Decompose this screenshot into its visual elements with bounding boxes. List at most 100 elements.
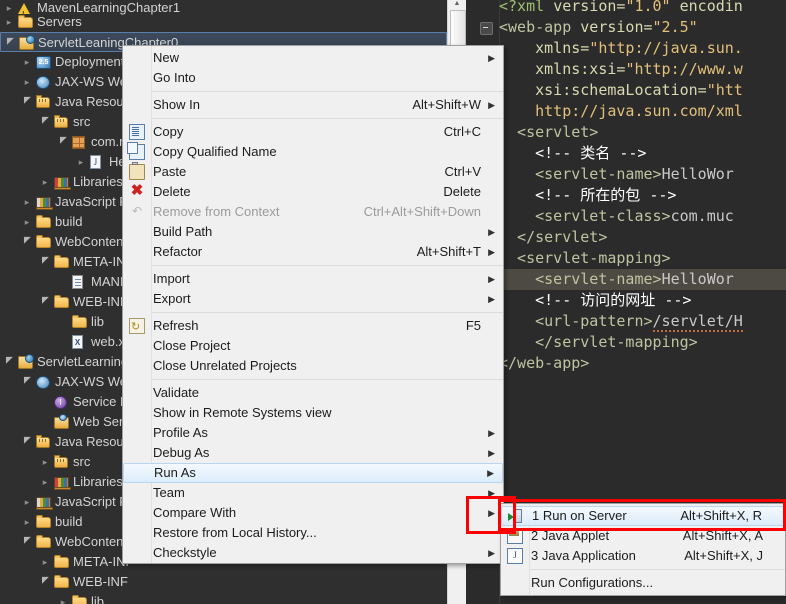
tree-twisty-expanded-icon[interactable]	[58, 132, 68, 152]
tree-twisty-expanded-icon[interactable]	[22, 532, 32, 552]
menu-item-refresh[interactable]: Refresh F5	[123, 316, 503, 337]
tree-twisty-expanded-icon[interactable]	[40, 572, 50, 592]
tree-twisty-expanded-icon[interactable]	[22, 432, 32, 452]
menu-item-debug-as[interactable]: Debug As ▶	[123, 443, 503, 463]
menu-item-show-in[interactable]: Show In Alt+Shift+W ▶	[123, 95, 503, 115]
menu-item-shortcut: Delete	[443, 184, 481, 199]
menu-item-compare-with[interactable]: Compare With ▶	[123, 503, 503, 523]
menu-item-checkstyle[interactable]: Checkstyle ▶	[123, 543, 503, 563]
tree-twisty-expanded-icon[interactable]	[22, 372, 32, 392]
editor-code-line[interactable]: <web-app version="2.5"	[499, 17, 698, 38]
tree-twisty-collapsed-icon[interactable]	[22, 52, 32, 72]
menu-item-restore-from-local-history[interactable]: Restore from Local History...	[123, 523, 503, 543]
tree-twisty-expanded-icon[interactable]	[22, 92, 32, 112]
tree-twisty-collapsed-icon[interactable]	[40, 452, 50, 472]
menu-item-export[interactable]: Export ▶	[123, 289, 503, 309]
tree-twisty-collapsed-icon[interactable]	[22, 492, 32, 512]
code-token: -->	[655, 291, 692, 309]
paste-icon	[129, 162, 145, 180]
tree-item-lib[interactable]: lib	[0, 592, 447, 604]
run-as-submenu[interactable]: 1 Run on Server Alt+Shift+X, R 2 Java Appl…	[500, 503, 786, 596]
menu-item-3-java-application[interactable]: J 3 Java Application Alt+Shift+X, J	[501, 546, 785, 566]
tree-twisty-collapsed-icon[interactable]	[40, 172, 50, 192]
tree-twisty-expanded-icon[interactable]	[4, 352, 14, 372]
menu-item-new[interactable]: New ▶	[123, 48, 503, 68]
tree-twisty-collapsed-icon[interactable]	[40, 472, 50, 492]
tree-item-servers[interactable]: Servers	[0, 12, 447, 32]
menu-item-copy[interactable]: Copy Ctrl+C	[123, 122, 503, 142]
editor-code-line[interactable]: xsi:schemaLocation="htt	[499, 80, 743, 101]
tree-twisty-collapsed-icon[interactable]	[40, 552, 50, 572]
editor-code-line[interactable]: <servlet-name>HelloWor	[499, 164, 734, 185]
menu-item-import[interactable]: Import ▶	[123, 269, 503, 289]
menu-item-label: Import	[153, 271, 190, 286]
tree-twisty-expanded-icon[interactable]	[40, 252, 50, 272]
menu-item-label: 3 Java Application	[531, 548, 636, 563]
service-icon: I	[54, 396, 67, 409]
menu-item-show-in-remote-systems-view[interactable]: Show in Remote Systems view	[123, 403, 503, 423]
menu-item-team[interactable]: Team ▶	[123, 483, 503, 503]
editor-code-line[interactable]: <url-pattern>/servlet/H	[499, 311, 743, 332]
project-context-menu[interactable]: New ▶ Go Into Show In Alt+Shift+W ▶ Copy Ctrl+C…	[122, 45, 504, 564]
scroll-up-arrow-icon[interactable]: ▲	[448, 0, 466, 8]
java-resources-icon	[36, 435, 50, 448]
editor-code-line[interactable]: </servlet-mapping>	[499, 332, 698, 353]
tree-twisty-collapsed-icon[interactable]	[58, 592, 68, 604]
editor-code-line[interactable]: http://java.sun.com/xml	[499, 101, 743, 122]
menu-item-paste[interactable]: Paste Ctrl+V	[123, 162, 503, 182]
menu-item-close-unrelated-projects[interactable]: Close Unrelated Projects	[123, 356, 503, 376]
package-icon	[72, 136, 85, 149]
code-token: <servlet>	[499, 123, 599, 141]
editor-code-line[interactable]: xmlns="http://java.sun.	[499, 38, 743, 59]
code-token: <!--	[499, 291, 581, 309]
web-project-icon	[19, 35, 35, 50]
editor-code-line[interactable]: <!-- 访问的网址 -->	[499, 290, 691, 311]
code-token: <servlet-name>	[499, 270, 662, 288]
menu-item-1-run-on-server[interactable]: 1 Run on Server Alt+Shift+X, R	[501, 506, 785, 526]
editor-code-line[interactable]: <!-- 所在的包 -->	[499, 185, 676, 206]
menu-item-run-as[interactable]: Run As ▶	[123, 463, 503, 483]
menu-item-refactor[interactable]: Refactor Alt+Shift+T ▶	[123, 242, 503, 262]
editor-code-line[interactable]: <servlet-class>com.muc	[499, 206, 734, 227]
tree-item-web-inf[interactable]: WEB-INF	[0, 572, 447, 592]
fold-collapse-icon[interactable]	[480, 22, 493, 35]
editor-code-line[interactable]: <!-- 类名 -->	[499, 143, 646, 164]
menu-item-shortcut: Ctrl+Alt+Shift+Down	[363, 204, 481, 219]
menu-item-build-path[interactable]: Build Path ▶	[123, 222, 503, 242]
menu-item-close-project[interactable]: Close Project	[123, 336, 503, 356]
tree-item-label: WebContent	[55, 234, 128, 249]
tree-twisty-collapsed-icon[interactable]	[4, 12, 14, 32]
tree-twisty-collapsed-icon[interactable]	[22, 72, 32, 92]
menu-item-delete[interactable]: ✖ Delete Delete	[123, 182, 503, 202]
editor-code-line[interactable]: <servlet>	[499, 122, 598, 143]
menu-item-2-java-applet[interactable]: 2 Java Applet Alt+Shift+X, A	[501, 526, 785, 546]
web-project-icon	[18, 354, 34, 369]
menu-item-validate[interactable]: Validate	[123, 383, 503, 403]
editor-code-line[interactable]: </servlet>	[499, 227, 607, 248]
tree-twisty-collapsed-icon[interactable]	[22, 212, 32, 232]
text-file-icon	[72, 275, 83, 289]
code-token: <web-app	[499, 18, 581, 36]
tree-twisty-expanded-icon[interactable]	[40, 292, 50, 312]
menu-item-profile-as[interactable]: Profile As ▶	[123, 423, 503, 443]
tree-twisty-collapsed-icon[interactable]	[76, 152, 86, 172]
menu-item-label: Profile As	[153, 425, 208, 440]
tree-twisty-expanded-icon[interactable]	[22, 232, 32, 252]
menu-item-shortcut: Alt+Shift+X, R	[680, 508, 762, 523]
menu-separator	[152, 118, 503, 119]
eclipse-ide-window: MavenLearningChapter1ServersServletLeani…	[0, 0, 786, 604]
menu-item-run-configurations[interactable]: Run Configurations...	[501, 573, 785, 593]
tree-twisty-collapsed-icon[interactable]	[22, 512, 32, 532]
tree-twisty-collapsed-icon[interactable]	[22, 192, 32, 212]
menu-item-remove-from-context[interactable]: ↶ Remove from Context Ctrl+Alt+Shift+Down	[123, 202, 503, 222]
editor-code-line[interactable]: <servlet-mapping>	[499, 248, 671, 269]
tree-twisty-expanded-icon[interactable]	[40, 112, 50, 132]
editor-code-line[interactable]: xmlns:xsi="http://www.w	[499, 59, 743, 80]
editor-code-line[interactable]: <?xml version="1.0" encodin	[499, 0, 743, 17]
code-token: </servlet>	[499, 228, 608, 246]
editor-code-line[interactable]: <servlet-name>HelloWor	[499, 269, 786, 290]
tree-twisty-expanded-icon[interactable]	[5, 33, 15, 53]
editor-code-line[interactable]: </web-app>	[499, 353, 589, 374]
menu-item-copy-qualified-name[interactable]: Copy Qualified Name	[123, 142, 503, 162]
menu-item-go-into[interactable]: Go Into	[123, 68, 503, 88]
